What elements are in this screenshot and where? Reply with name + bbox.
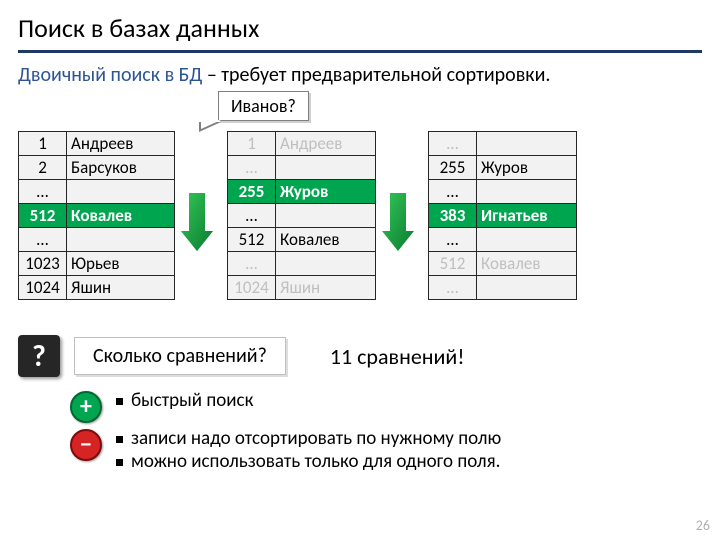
question-box: Сколько сравнений? xyxy=(74,337,286,375)
search-callout: Иванов? xyxy=(218,91,309,121)
table-row: … xyxy=(228,252,376,276)
subtitle: Двоичный поиск в БД – требует предварите… xyxy=(18,63,702,87)
page-title: Поиск в базах данных xyxy=(18,12,702,44)
table-row: 1024Яшин xyxy=(228,276,376,300)
row-name xyxy=(276,204,376,228)
tables-row: 1Андреев2Барсуков…512Ковалев…1023Юрьев10… xyxy=(18,131,702,321)
table-row: 1Андреев xyxy=(19,132,175,156)
bullet-plus-row: + быстрый поиск xyxy=(70,389,702,423)
title-divider xyxy=(18,50,702,53)
row-name: Яшин xyxy=(276,276,376,300)
row-name xyxy=(477,228,577,252)
question-icon: ? xyxy=(18,335,60,377)
table-step3: …255Журов…383Игнатьев…512Ковалев… xyxy=(428,131,577,300)
bullet-plus-text: быстрый поиск xyxy=(131,389,253,412)
row-name: Журов xyxy=(477,156,577,180)
row-index: … xyxy=(228,204,276,228)
row-name xyxy=(67,180,175,204)
bullet-minus-row: − записи надо отсортировать по нужному п… xyxy=(70,427,702,473)
table-row: 1Андреев xyxy=(228,132,376,156)
row-index: 512 xyxy=(429,252,477,276)
row-name: Ковалев xyxy=(67,204,175,228)
row-name xyxy=(477,276,577,300)
table-row: … xyxy=(19,228,175,252)
table-row: … xyxy=(228,204,376,228)
table-row: 1024Яшин xyxy=(19,276,175,300)
table-row: … xyxy=(429,276,577,300)
row-index: … xyxy=(228,156,276,180)
table-row: … xyxy=(19,180,175,204)
subtitle-highlight: Двоичный поиск в БД xyxy=(18,63,202,87)
table-row: … xyxy=(429,132,577,156)
row-index: 1024 xyxy=(228,276,276,300)
table-row: … xyxy=(429,180,577,204)
bullet-minus1-text: записи надо отсортировать по нужному пол… xyxy=(131,427,501,450)
question-row: ? Сколько сравнений? 11 сравнений! xyxy=(18,335,702,377)
row-index: … xyxy=(429,132,477,156)
row-index: 1 xyxy=(228,132,276,156)
row-index: 2 xyxy=(19,156,67,180)
row-name: Ковалев xyxy=(276,228,376,252)
arrow1 xyxy=(175,131,227,321)
table-row: 255Журов xyxy=(228,180,376,204)
row-index: 1 xyxy=(19,132,67,156)
plus-icon: + xyxy=(70,391,102,423)
table-row: 512Ковалев xyxy=(429,252,577,276)
page-number: 26 xyxy=(696,517,710,534)
table-row: … xyxy=(429,228,577,252)
row-index: 1024 xyxy=(19,276,67,300)
row-name xyxy=(276,252,376,276)
row-index: … xyxy=(19,228,67,252)
row-name: Барсуков xyxy=(67,156,175,180)
row-index: 383 xyxy=(429,204,477,228)
row-name: Андреев xyxy=(67,132,175,156)
table-row: … xyxy=(228,156,376,180)
table-step1: 1Андреев2Барсуков…512Ковалев…1023Юрьев10… xyxy=(18,131,175,300)
row-index: 512 xyxy=(228,228,276,252)
table-row: 1023Юрьев xyxy=(19,252,175,276)
row-name: Юрьев xyxy=(67,252,175,276)
row-index: … xyxy=(429,276,477,300)
subtitle-rest: – требует предварительной сортировки. xyxy=(202,63,550,87)
row-index: … xyxy=(429,228,477,252)
table-row: 255Журов xyxy=(429,156,577,180)
row-name: Игнатьев xyxy=(477,204,577,228)
table-step2: 1Андреев…255Журов…512Ковалев…1024Яшин xyxy=(227,131,376,300)
answer-text: 11 сравнений! xyxy=(330,343,465,370)
row-name xyxy=(67,228,175,252)
row-index: 255 xyxy=(228,180,276,204)
row-name xyxy=(276,156,376,180)
row-index: 255 xyxy=(429,156,477,180)
row-index: 512 xyxy=(19,204,67,228)
row-name xyxy=(477,180,577,204)
row-name xyxy=(477,132,577,156)
row-index: … xyxy=(19,180,67,204)
row-index: … xyxy=(429,180,477,204)
row-name: Ковалев xyxy=(477,252,577,276)
table-row: 512Ковалев xyxy=(19,204,175,228)
row-name: Андреев xyxy=(276,132,376,156)
bullet-minus2-text: можно использовать только для одного пол… xyxy=(131,450,500,473)
table-row: 2Барсуков xyxy=(19,156,175,180)
row-index: … xyxy=(228,252,276,276)
table-row: 512Ковалев xyxy=(228,228,376,252)
row-name: Журов xyxy=(276,180,376,204)
row-name: Яшин xyxy=(67,276,175,300)
row-index: 1023 xyxy=(19,252,67,276)
minus-icon: − xyxy=(70,429,102,461)
arrow2 xyxy=(376,131,428,321)
table-row: 383Игнатьев xyxy=(429,204,577,228)
